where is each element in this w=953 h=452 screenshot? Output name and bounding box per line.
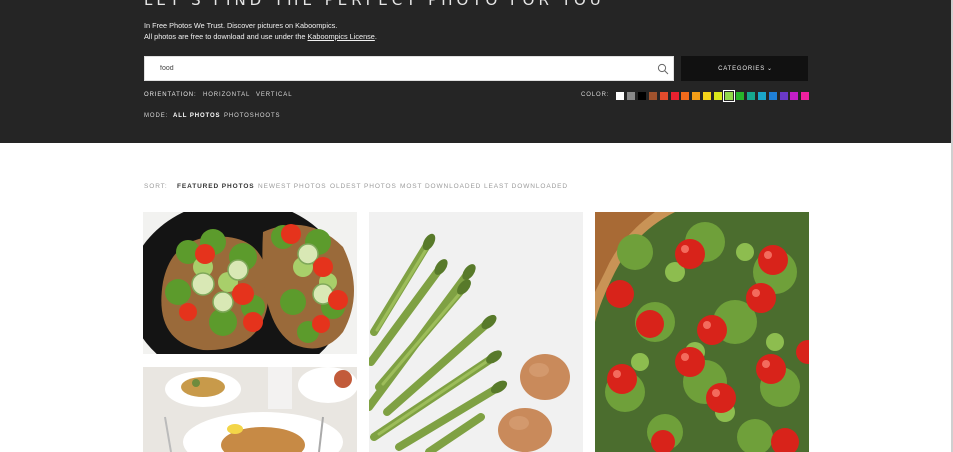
color-swatch[interactable] xyxy=(692,92,701,100)
mode-photoshoots[interactable]: PHOTOSHOOTS xyxy=(224,113,280,119)
tagline-line-2: All photos are free to download and use … xyxy=(144,32,377,41)
categories-button[interactable]: CATEGORIES ⌄ xyxy=(681,56,808,81)
photo-pasta-table[interactable] xyxy=(143,367,357,452)
orientation-label: ORIENTATION: xyxy=(144,92,197,98)
orientation-vertical[interactable]: VERTICAL xyxy=(256,92,292,98)
mode-all-photos[interactable]: ALL PHOTOS xyxy=(173,113,220,119)
color-swatch[interactable] xyxy=(703,92,712,100)
color-swatch[interactable] xyxy=(637,92,646,100)
color-swatch[interactable] xyxy=(757,92,766,100)
search-input[interactable] xyxy=(145,57,645,80)
sort-oldest[interactable]: OLDEST PHOTOS xyxy=(330,183,397,190)
chevron-down-icon: ⌄ xyxy=(767,66,773,72)
color-swatch[interactable] xyxy=(746,92,755,100)
color-label: COLOR: xyxy=(581,92,610,98)
tagline-text: All photos are free to download and use … xyxy=(144,32,306,41)
search-box xyxy=(144,56,674,81)
sort-newest[interactable]: NEWEST PHOTOS xyxy=(258,183,327,190)
color-swatch[interactable] xyxy=(790,92,799,100)
orientation-horizontal[interactable]: HORIZONTAL xyxy=(203,92,250,98)
page: LET'S FIND THE PERFECT PHOTO FOR YOU In … xyxy=(0,0,953,452)
sort-least-downloaded[interactable]: LEAST DOWNLOADED xyxy=(484,183,568,190)
license-link[interactable]: Kaboompics License xyxy=(308,32,375,41)
sort-label: SORT: xyxy=(144,183,168,190)
color-swatch[interactable] xyxy=(779,92,788,100)
tagline-suffix: . xyxy=(374,32,377,41)
sort-most-downloaded[interactable]: MOST DOWNLOADED xyxy=(400,183,481,190)
color-swatch[interactable] xyxy=(670,92,679,100)
color-swatch[interactable] xyxy=(616,92,624,100)
hero-header: LET'S FIND THE PERFECT PHOTO FOR YOU In … xyxy=(0,0,951,143)
tagline-line-1: In Free Photos We Trust. Discover pictur… xyxy=(144,21,338,30)
color-swatch[interactable] xyxy=(801,92,810,100)
color-swatch[interactable] xyxy=(648,92,657,100)
categories-label: CATEGORIES xyxy=(718,65,766,72)
color-swatch[interactable] xyxy=(723,90,735,102)
photo-asparagus[interactable] xyxy=(369,212,583,452)
photo-toast[interactable] xyxy=(143,212,357,354)
color-swatch[interactable] xyxy=(681,92,690,100)
hero-title: LET'S FIND THE PERFECT PHOTO FOR YOU xyxy=(144,0,605,9)
sort-featured[interactable]: FEATURED PHOTOS xyxy=(177,183,255,190)
color-swatch[interactable] xyxy=(735,92,744,100)
color-swatch[interactable] xyxy=(626,92,635,100)
color-swatch[interactable] xyxy=(659,92,668,100)
search-icon[interactable] xyxy=(657,63,669,75)
color-swatch[interactable] xyxy=(714,92,723,100)
photo-pizza[interactable] xyxy=(595,212,809,452)
color-swatch[interactable] xyxy=(768,92,777,100)
mode-label: MODE: xyxy=(144,113,169,119)
